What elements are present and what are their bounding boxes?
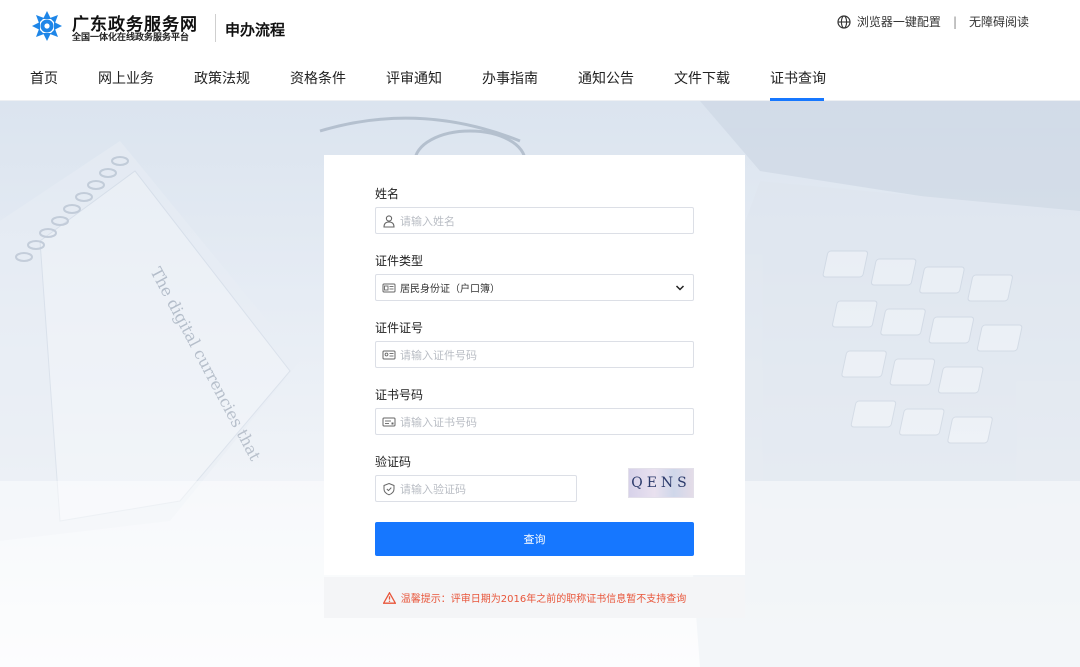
warning-icon — [382, 591, 396, 604]
captcha-label: 验证码 — [375, 455, 412, 469]
site-subtitle: 全国一体化在线政务服务平台 — [72, 33, 190, 43]
query-button[interactable]: 查询 — [375, 522, 694, 556]
accessibility-link[interactable]: 无障碍阅读 — [969, 13, 1029, 30]
certificate-query-form: 姓名 请输入姓名 证件类型 居民身份证（户口簿） 证件证号 请输入证件号码 证书… — [324, 155, 745, 575]
certificate-icon — [382, 417, 396, 426]
id-type-select[interactable]: 居民身份证（户口簿） — [375, 274, 694, 301]
nav-item-announcements[interactable]: 通知公告 — [578, 68, 634, 88]
nav-item-home[interactable]: 首页 — [30, 68, 58, 88]
main-nav: 首页 网上业务 政策法规 资格条件 评审通知 办事指南 通知公告 文件下载 证书… — [0, 56, 1080, 101]
chevron-down-icon — [675, 285, 685, 291]
id-number-input[interactable]: 请输入证件号码 — [375, 341, 694, 368]
id-card-icon — [382, 350, 396, 359]
captcha-input[interactable]: 请输入验证码 — [375, 475, 577, 502]
nav-item-online-business[interactable]: 网上业务 — [98, 68, 154, 88]
captcha-placeholder: 请输入验证码 — [400, 482, 466, 496]
id-number-placeholder: 请输入证件号码 — [400, 348, 477, 362]
captcha-text: QENS — [631, 475, 691, 491]
id-number-label: 证件证号 — [375, 321, 424, 335]
cert-number-placeholder: 请输入证书号码 — [400, 415, 477, 429]
name-placeholder: 请输入姓名 — [400, 214, 455, 228]
header-divider — [215, 14, 216, 42]
link-separator: | — [952, 14, 957, 29]
section-title: 申办流程 — [225, 21, 286, 39]
top-links: 浏览器一键配置 | 无障碍阅读 — [837, 13, 1029, 30]
nav-item-review-notices[interactable]: 评审通知 — [386, 68, 442, 88]
shield-icon — [383, 482, 395, 495]
browser-config-link[interactable]: 浏览器一键配置 — [857, 13, 941, 30]
cert-number-label: 证书号码 — [375, 388, 424, 402]
top-header: 广东政务服务网 全国一体化在线政务服务平台 申办流程 浏览器一键配置 | 无障碍… — [0, 0, 1080, 56]
nav-item-guide[interactable]: 办事指南 — [482, 68, 538, 88]
notice-text: 温馨提示：评审日期为2016年之前的职称证书信息暂不支持查询 — [400, 594, 687, 605]
user-icon — [383, 214, 395, 228]
id-type-value: 居民身份证（户口簿） — [400, 284, 500, 295]
name-label: 姓名 — [375, 187, 400, 201]
globe-icon — [837, 14, 851, 29]
name-input[interactable]: 请输入姓名 — [375, 207, 694, 234]
nav-item-policies[interactable]: 政策法规 — [194, 68, 250, 88]
captcha-image[interactable]: QENS — [628, 468, 694, 498]
logo-icon — [32, 11, 62, 41]
id-type-label: 证件类型 — [375, 254, 424, 268]
nav-item-qualifications[interactable]: 资格条件 — [290, 68, 346, 88]
id-card-icon — [382, 283, 396, 292]
nav-item-certificate-query[interactable]: 证书查询 — [770, 68, 826, 88]
notice-bar: 温馨提示：评审日期为2016年之前的职称证书信息暂不支持查询 — [324, 577, 745, 618]
nav-item-downloads[interactable]: 文件下载 — [674, 68, 730, 88]
cert-number-input[interactable]: 请输入证书号码 — [375, 408, 694, 435]
